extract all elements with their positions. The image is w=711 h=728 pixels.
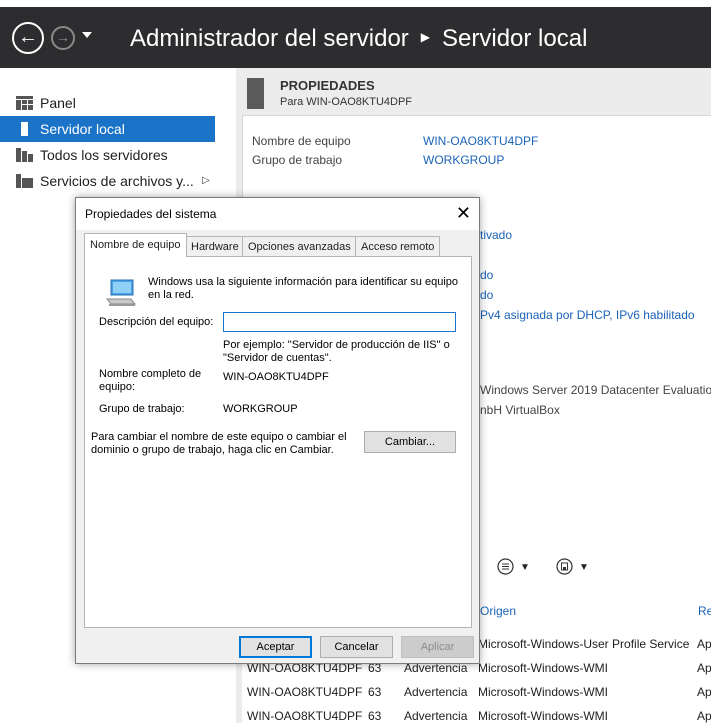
- list-icon: [497, 558, 514, 575]
- event-re: Ap: [697, 685, 711, 699]
- expand-arrow-icon[interactable]: ▷: [202, 175, 210, 186]
- change-instructions: Para cambiar el nombre de este equipo o …: [91, 431, 347, 456]
- system-properties-dialog: Propiedades del sistema ✕ Nombre de equi…: [75, 197, 480, 664]
- dialog-title: Propiedades del sistema: [85, 207, 217, 221]
- sidebar-item-label: Servidor local: [40, 121, 125, 137]
- event-id: 63: [368, 685, 382, 699]
- sidebar-item-label: Servicios de archivos y...: [40, 173, 194, 189]
- window-top-strip: [0, 0, 711, 7]
- property-link[interactable]: tivado: [480, 228, 512, 242]
- example-text: Por ejemplo: "Servidor de producción de …: [223, 339, 450, 364]
- breadcrumb-current: Servidor local: [442, 25, 588, 52]
- event-level: Advertencia: [404, 685, 468, 699]
- change-button[interactable]: Cambiar...: [364, 431, 456, 453]
- history-dropdown-icon[interactable]: [82, 32, 92, 38]
- close-icon[interactable]: ✕: [456, 203, 471, 224]
- property-link[interactable]: Pv4 asignada por DHCP, IPv6 habilitado: [480, 308, 695, 322]
- event-origin: Microsoft-Windows-WMI: [478, 661, 609, 675]
- properties-icon: [247, 78, 264, 109]
- sidebar-item-file-services[interactable]: Servicios de archivos y... ▷: [0, 168, 215, 194]
- sidebar-item-label: Todos los servidores: [40, 147, 168, 163]
- workgroup-link[interactable]: WORKGROUP: [423, 153, 504, 167]
- property-link[interactable]: do: [480, 288, 493, 302]
- event-origin: Microsoft-Windows-WMI: [478, 685, 609, 699]
- title-bar: ← → Administrador del servidor ▶ Servidor …: [0, 0, 711, 68]
- workgroup-label: Grupo de trabajo: [252, 153, 343, 167]
- hardware-value: nbH VirtualBox: [480, 403, 560, 417]
- computer-icon: [105, 279, 137, 306]
- table-row[interactable]: WIN-OAO8KTU4DPF 63 Advertencia Microsoft…: [242, 706, 711, 728]
- event-id: 63: [368, 709, 382, 723]
- event-re: Ap: [697, 709, 711, 723]
- file-services-icon: [16, 174, 33, 188]
- sidebar-item-label: Panel: [40, 95, 76, 111]
- sidebar-item-all-servers[interactable]: Todos los servidores: [0, 142, 215, 168]
- intro-text: Windows usa la siguiente información par…: [148, 276, 459, 301]
- event-server: WIN-OAO8KTU4DPF: [247, 709, 363, 723]
- tab-computer-name[interactable]: Nombre de equipo: [84, 233, 187, 257]
- event-origin: Microsoft-Windows-WMI: [478, 709, 609, 723]
- tab-page-computer-name: Windows usa la siguiente información par…: [84, 256, 472, 628]
- breadcrumb-separator-icon: ▶: [420, 30, 431, 44]
- column-header-re[interactable]: Re: [698, 604, 711, 618]
- computer-name-label: Nombre de equipo: [252, 134, 351, 148]
- sidebar-item-local-server[interactable]: Servidor local: [0, 116, 215, 142]
- workgroup-value: WORKGROUP: [223, 403, 298, 415]
- cancel-button[interactable]: Cancelar: [320, 636, 393, 658]
- event-level: Advertencia: [404, 709, 468, 723]
- tab-hardware[interactable]: Hardware: [185, 236, 245, 256]
- dialog-titlebar[interactable]: Propiedades del sistema ✕: [76, 198, 479, 230]
- breadcrumb-root[interactable]: Administrador del servidor: [130, 25, 409, 52]
- event-re: Ap: [697, 637, 711, 651]
- chevron-down-icon: ▼: [579, 562, 589, 573]
- properties-subtitle: Para WIN-OAO8KTU4DPF: [280, 96, 413, 108]
- description-input[interactable]: [223, 312, 456, 332]
- description-label: Descripción del equipo:: [99, 316, 214, 328]
- list-options-button[interactable]: ▼: [497, 558, 530, 575]
- ok-button[interactable]: Aceptar: [239, 636, 312, 658]
- event-origin: Microsoft-Windows-User Profile Service: [478, 637, 690, 651]
- os-value: Windows Server 2019 Datacenter Evaluatio…: [480, 383, 711, 397]
- properties-title: PROPIEDADES: [280, 78, 375, 93]
- tab-remote-access[interactable]: Acceso remoto: [355, 236, 441, 256]
- breadcrumb: Administrador del servidor ▶ Servidor loca…: [130, 25, 587, 53]
- sidebar-item-panel[interactable]: Panel: [0, 90, 215, 116]
- save-options-button[interactable]: ▼: [556, 558, 589, 575]
- full-name-value: WIN-OAO8KTU4DPF: [223, 371, 329, 383]
- table-row[interactable]: WIN-OAO8KTU4DPF 63 Advertencia Microsoft…: [242, 682, 711, 704]
- property-link[interactable]: do: [480, 268, 493, 282]
- save-icon: [556, 558, 573, 575]
- event-server: WIN-OAO8KTU4DPF: [247, 685, 363, 699]
- apply-button[interactable]: Aplicar: [401, 636, 474, 658]
- back-arrow-icon[interactable]: ←: [12, 22, 44, 54]
- local-server-icon: [21, 122, 28, 136]
- event-re: Ap: [697, 661, 711, 675]
- all-servers-icon: [16, 148, 33, 162]
- tab-advanced-options[interactable]: Opciones avanzadas: [242, 236, 357, 256]
- full-name-label: Nombre completo de equipo:: [99, 368, 202, 393]
- computer-name-link[interactable]: WIN-OAO8KTU4DPF: [423, 134, 538, 148]
- chevron-down-icon: ▼: [520, 562, 530, 573]
- column-header-origin[interactable]: Origen: [480, 604, 516, 618]
- dashboard-icon: [16, 96, 33, 110]
- workgroup-label: Grupo de trabajo:: [99, 403, 185, 415]
- forward-arrow-icon[interactable]: →: [51, 26, 75, 50]
